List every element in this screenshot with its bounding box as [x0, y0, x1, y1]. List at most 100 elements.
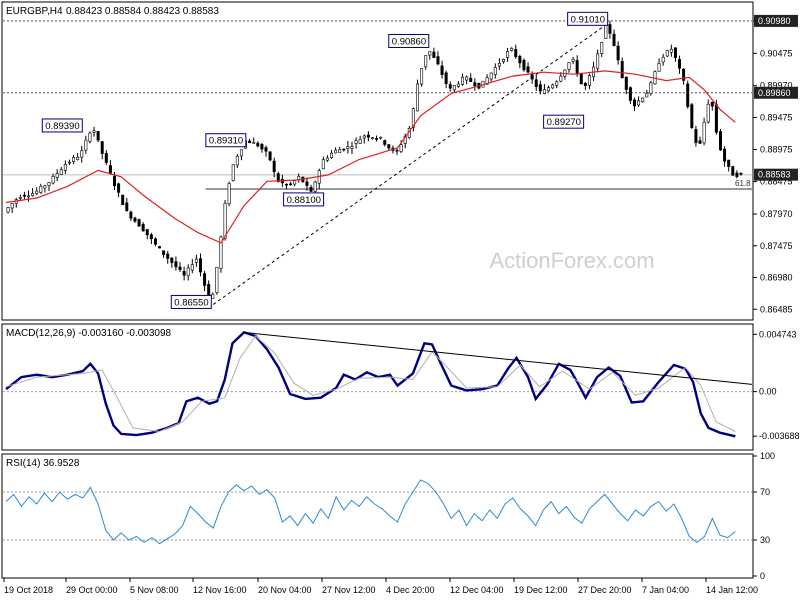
candle-body [223, 203, 227, 239]
candle-body [600, 42, 604, 54]
candle-body [469, 77, 473, 82]
rsi-axis-label: 70 [760, 487, 770, 497]
eurgbp-chart: ActionForex.com EURGBP,H4 0.88423 0.8858… [0, 0, 800, 600]
price-header-symbol: EURGBP,H4 [6, 6, 63, 17]
candle-body [313, 181, 317, 192]
candle-body [624, 76, 628, 90]
candle-body [506, 51, 510, 58]
candle-body [710, 101, 714, 107]
candle-body [649, 82, 653, 94]
price-label-text: 0.88100 [287, 195, 321, 206]
candle-body [141, 224, 145, 232]
price-axis-label: 0.89475 [760, 112, 793, 122]
candle-body [641, 97, 645, 102]
candle-body [444, 72, 448, 84]
candle-body [456, 83, 460, 87]
candle-body [383, 140, 387, 145]
candle-body [260, 144, 264, 150]
candle-body [325, 157, 329, 161]
macd-axis-label: 0.004743 [759, 329, 797, 339]
candle-body [248, 140, 252, 144]
candle-body [18, 197, 22, 199]
candle-body [272, 160, 276, 173]
price-axis-label: 0.90475 [760, 48, 793, 58]
candle-body [133, 217, 137, 222]
x-axis-label: 27 Dec 20:00 [578, 585, 632, 595]
candle-body [170, 257, 174, 263]
candle-body [55, 173, 59, 178]
candle-body [366, 134, 370, 138]
candle-body [186, 267, 190, 277]
candle-body [108, 165, 112, 174]
candle-body [370, 137, 374, 139]
candle-body [596, 53, 600, 69]
candle-body [362, 135, 366, 139]
price-label-text: 0.90860 [392, 36, 426, 47]
candle-body [256, 142, 260, 147]
candle-body [104, 153, 108, 163]
candle-body [252, 142, 256, 144]
candle-body [424, 55, 428, 68]
candle-body [309, 187, 313, 192]
candle-body [501, 59, 505, 63]
candle-body [420, 68, 424, 85]
macd-axis-label: -0.003688 [759, 431, 800, 441]
candle-body [92, 130, 96, 133]
candle-body [22, 194, 26, 197]
candle-body [432, 51, 436, 58]
candle-body [231, 164, 235, 181]
fib-level-label: 61.8 [735, 179, 751, 188]
x-axis-label: 12 Dec 04:00 [450, 585, 504, 595]
candle-body [702, 121, 706, 144]
candle-body [321, 159, 325, 170]
candle-body [387, 144, 391, 149]
candle-body [587, 75, 591, 86]
candle-body [227, 183, 231, 205]
candle-body [657, 62, 661, 72]
candle-body [113, 175, 117, 187]
candle-body [440, 65, 444, 75]
candle-body [264, 147, 268, 152]
candle-body [153, 238, 157, 245]
price-label-text: 0.91010 [571, 14, 605, 25]
candle-body [551, 84, 555, 89]
candle-body [547, 87, 551, 92]
candle-body [47, 182, 51, 187]
candle-body [166, 253, 170, 259]
candle-body [739, 172, 743, 175]
candle-body [612, 33, 616, 46]
candle-body [608, 24, 612, 34]
candle-body [10, 203, 14, 209]
candle-body [669, 48, 673, 53]
candle-body [575, 60, 579, 75]
rsi-axis-label: 100 [760, 451, 775, 461]
candle-body [632, 99, 636, 107]
candle-body [579, 73, 583, 85]
macd-axis-label: 0.00 [759, 387, 777, 397]
candle-body [145, 229, 149, 236]
candle-body [268, 151, 272, 161]
candle-body [43, 185, 47, 189]
candle-body [461, 76, 465, 85]
price-axis-label: 0.87475 [760, 241, 793, 251]
candle-body [678, 59, 682, 69]
candle-body [334, 149, 338, 154]
candle-body [342, 148, 346, 151]
candle-body [190, 264, 194, 271]
candle-body [637, 100, 641, 106]
candle-body [31, 193, 35, 196]
candle-body [215, 266, 219, 293]
price-label-text: 0.86550 [174, 297, 208, 308]
candle-body [203, 273, 207, 286]
candle-body [731, 166, 735, 176]
candle-body [628, 87, 632, 101]
price-label-text: 0.89310 [209, 136, 243, 147]
x-axis-label: 20 Nov 04:00 [258, 585, 312, 595]
candle-body [661, 56, 665, 63]
candle-body [125, 202, 129, 212]
candle-body [182, 271, 186, 276]
candle-body [72, 157, 76, 162]
candle-body [284, 183, 288, 186]
candle-body [96, 131, 100, 141]
candle-body [293, 180, 297, 185]
